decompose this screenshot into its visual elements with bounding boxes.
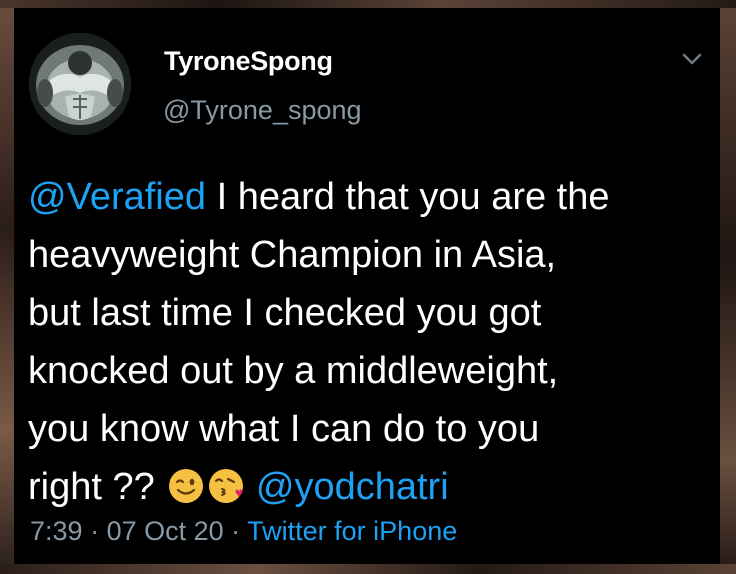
tweet-line-2: heavyweight Champion in Asia,	[28, 234, 557, 276]
author-name[interactable]: TyroneSpong	[164, 46, 333, 77]
tweet-time[interactable]: 7:39	[30, 516, 83, 546]
face-blowing-kiss-emoji	[207, 464, 245, 503]
tweet-line-6: right ?? @yodchatri	[28, 458, 708, 516]
tweet-line-4: knocked out by a middleweight,	[28, 350, 559, 392]
background-top-edge	[0, 0, 736, 8]
tweet-text: @Verafied I heard that you are the heavy…	[28, 168, 708, 516]
background-bottom-edge	[0, 564, 736, 574]
background-left-edge	[0, 0, 14, 574]
tweet-metadata: 7:39 · 07 Oct 20 · Twitter for iPhone	[30, 516, 457, 547]
tweet-line-5: you know what I can do to you	[28, 408, 540, 450]
tweet-line-1: @Verafied I heard that you are the	[28, 168, 708, 226]
tweet-card: TyroneSpong @Tyrone_spong @Verafied I he…	[14, 8, 720, 564]
winking-face-emoji	[167, 464, 205, 503]
chevron-down-icon[interactable]	[680, 50, 704, 68]
mention-link[interactable]: @yodchatri	[256, 466, 449, 508]
avatar-image	[29, 33, 131, 135]
background-right-edge	[720, 0, 736, 574]
author-handle[interactable]: @Tyrone_spong	[163, 95, 362, 126]
separator: ·	[223, 516, 248, 546]
tweet-date[interactable]: 07 Oct 20	[107, 516, 224, 546]
avatar[interactable]	[29, 33, 131, 135]
tweet-source-link[interactable]: Twitter for iPhone	[247, 516, 457, 546]
tweet-line-3: but last time I checked you got	[28, 292, 542, 334]
separator: ·	[82, 516, 107, 546]
tweet-text-segment: I heard that you are the	[206, 176, 610, 218]
tweet-text-segment: right ??	[28, 466, 166, 508]
mention-link[interactable]: @Verafied	[28, 176, 206, 218]
